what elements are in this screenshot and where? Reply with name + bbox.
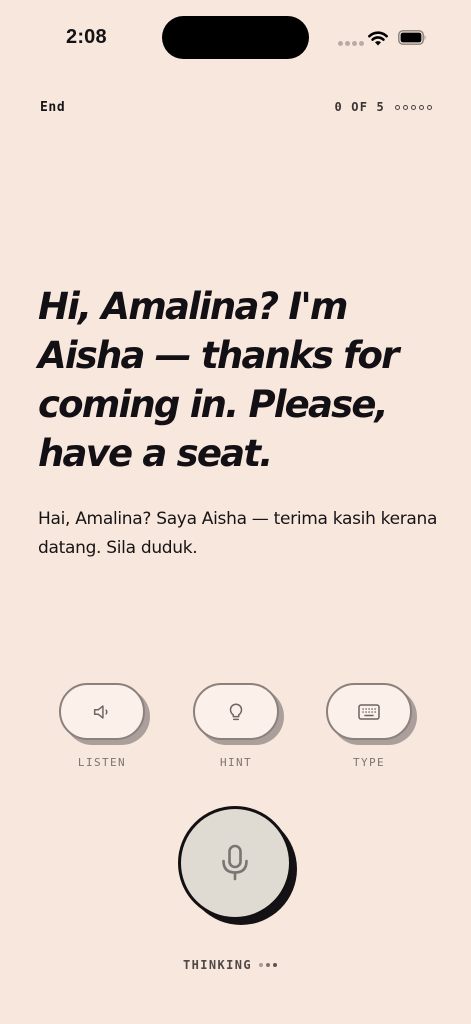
- dynamic-island: [162, 16, 309, 59]
- end-button[interactable]: End: [40, 100, 65, 115]
- type-button[interactable]: [326, 683, 412, 740]
- progress-dot: [427, 104, 432, 110]
- type-label: TYPE: [352, 756, 386, 769]
- progress-indicator: 0 OF 5: [334, 100, 432, 114]
- thinking-dot: [266, 963, 270, 967]
- keyboard-icon: [358, 703, 380, 720]
- battery-icon: [398, 30, 426, 45]
- hint-label: HINT: [219, 756, 253, 769]
- thinking-label: THINKING: [183, 958, 252, 972]
- status-time: 2:08: [66, 26, 107, 48]
- prompt-translation: Hai, Amalina? Saya Aisha — terima kasih …: [38, 509, 438, 558]
- listen-action: LISTEN: [59, 683, 151, 769]
- thinking-dot: [273, 963, 277, 967]
- listen-label: LISTEN: [77, 756, 127, 769]
- progress-dots: [395, 104, 432, 110]
- microphone-control: [178, 806, 299, 927]
- session-header: End 0 OF 5: [40, 100, 432, 118]
- thinking-indicator: THINKING: [183, 958, 277, 972]
- wifi-icon: [368, 31, 388, 46]
- prompt-english: Hi, Amalina? I'm Aisha — thanks for comi…: [38, 285, 399, 475]
- hint-button[interactable]: [193, 683, 279, 740]
- status-bar: 2:08: [0, 0, 471, 76]
- microphone-icon: [222, 844, 248, 881]
- progress-dot: [395, 104, 400, 110]
- hint-action: HINT: [193, 683, 285, 769]
- type-action: TYPE: [326, 683, 418, 769]
- listen-button[interactable]: [59, 683, 145, 740]
- cellular-signal-icon: [338, 41, 364, 46]
- thinking-dots: [259, 963, 277, 967]
- progress-dot: [403, 104, 408, 110]
- progress-text: 0 OF 5: [334, 100, 385, 114]
- lightbulb-icon: [229, 703, 243, 720]
- progress-dot: [419, 104, 424, 110]
- microphone-button[interactable]: [178, 806, 292, 920]
- thinking-dot: [259, 963, 263, 967]
- progress-dot: [411, 104, 416, 110]
- speaker-icon: [93, 704, 108, 719]
